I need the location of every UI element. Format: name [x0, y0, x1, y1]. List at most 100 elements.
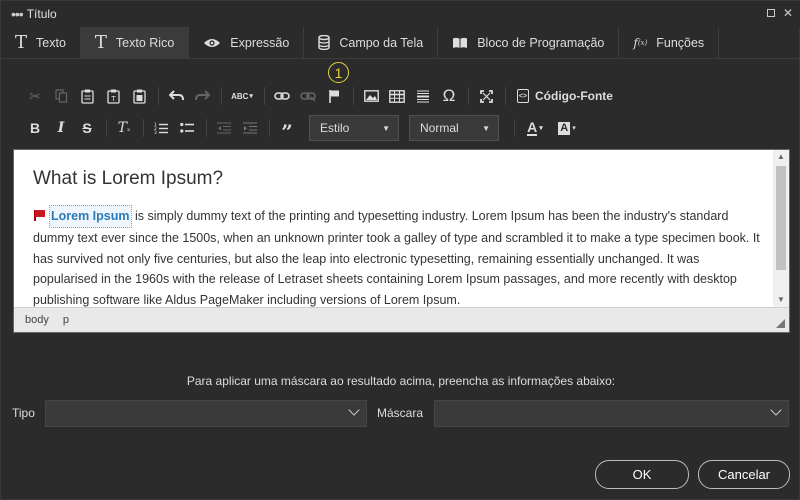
path-item-body[interactable]: body [25, 314, 49, 326]
bold-icon[interactable]: B [23, 117, 47, 139]
function-icon: f (x) [633, 35, 648, 50]
toolbar-separator [158, 87, 159, 105]
svg-text:T: T [110, 95, 116, 103]
toolbar-separator [505, 87, 506, 105]
background-color-icon[interactable]: A ▾ [552, 117, 582, 139]
link-icon[interactable] [270, 85, 294, 107]
cut-icon[interactable]: ✂ [23, 85, 47, 107]
undo-icon[interactable] [164, 85, 188, 107]
toolbar-separator [264, 87, 265, 105]
outdent-icon[interactable] [212, 117, 236, 139]
close-icon[interactable]: ✕ [783, 7, 793, 19]
numbered-list-icon[interactable]: 123 [149, 117, 173, 139]
editor-type-tabs: T Texto T Texto Rico Expressão Campo da … [1, 27, 800, 59]
scroll-down-icon[interactable]: ▼ [777, 295, 785, 304]
spellcheck-icon[interactable]: ABC ▾ [227, 85, 257, 107]
toolbar-separator [221, 87, 222, 105]
mascara-label: Máscara [377, 406, 424, 420]
bullet-list-icon[interactable] [175, 117, 199, 139]
maximize-icon[interactable] [766, 9, 775, 17]
tab-bloco-de-programacao[interactable]: Bloco de Programação [438, 27, 620, 58]
unlink-icon[interactable] [296, 85, 320, 107]
cancel-button[interactable]: Cancelar [698, 460, 790, 489]
toolbar-separator [206, 119, 207, 137]
anchor-flag-icon[interactable] [322, 85, 346, 107]
image-icon[interactable] [359, 85, 383, 107]
paragraph-text: is simply dummy text of the printing and… [33, 209, 760, 307]
text-t-icon: T [94, 32, 107, 53]
mascara-select[interactable] [434, 400, 789, 427]
title-bar[interactable]: ••• Título ✕ [1, 1, 800, 27]
editor-scrollbar[interactable]: ▲ ▼ [773, 150, 789, 307]
tab-label: Texto Rico [115, 35, 175, 50]
style-select[interactable]: Estilo ▼ [309, 115, 399, 141]
book-icon [452, 37, 468, 49]
redo-icon[interactable] [190, 85, 214, 107]
chevron-down-icon [770, 404, 782, 416]
menu-dots-icon[interactable]: ••• [11, 7, 24, 21]
tab-campo-da-tela[interactable]: Campo da Tela [304, 27, 439, 58]
special-char-omega-icon[interactable]: Ω [437, 85, 461, 107]
rich-text-editor[interactable]: What is Lorem Ipsum? Lorem Ipsum is simp… [13, 149, 790, 333]
step-marker-1: 1 [328, 62, 349, 83]
source-code-icon: <> [517, 89, 529, 103]
style-select-value: Estilo [320, 121, 350, 135]
chevron-down-icon [348, 404, 360, 416]
path-item-p[interactable]: p [63, 314, 69, 326]
chevron-down-icon: ▼ [382, 123, 390, 133]
tab-label: Bloco de Programação [477, 35, 605, 50]
text-t-icon: T [15, 32, 28, 53]
resize-handle-icon[interactable] [776, 319, 785, 328]
scrollbar-thumb[interactable] [776, 166, 786, 270]
paste-text-icon[interactable]: T [101, 85, 125, 107]
element-path-bar: body p [14, 307, 789, 332]
remove-format-icon[interactable]: Tₓ [112, 117, 136, 139]
eye-icon [203, 37, 221, 49]
copy-icon[interactable] [49, 85, 73, 107]
toolbar-separator [269, 119, 270, 137]
toolbar-row-1: ✂ T ABC ▾ Ω <> Código-Fonte [23, 85, 613, 107]
tab-funcoes[interactable]: f (x) Funções [619, 27, 720, 58]
toolbar-separator [514, 119, 515, 137]
tab-label: Expressão [230, 35, 290, 50]
content-heading: What is Lorem Ipsum? [33, 168, 224, 189]
paste-icon[interactable] [75, 85, 99, 107]
database-icon [318, 35, 331, 50]
table-icon[interactable] [385, 85, 409, 107]
anchor-link[interactable]: Lorem Ipsum [49, 205, 132, 228]
format-select[interactable]: Normal ▼ [409, 115, 499, 141]
toolbar-row-2: B I S Tₓ 123 ” Estilo ▼ Normal ▼ A ▾ A ▾ [23, 115, 584, 144]
dialog-title: Título [26, 7, 57, 21]
mask-hint-text: Para aplicar uma máscara ao resultado ac… [186, 374, 616, 388]
toolbar-separator [353, 87, 354, 105]
horizontal-rule-icon[interactable] [411, 85, 435, 107]
anchor-flag-icon [33, 210, 45, 221]
tipo-label: Tipo [12, 406, 35, 420]
tab-label: Campo da Tela [339, 35, 424, 50]
format-select-value: Normal [420, 121, 459, 135]
content-paragraph: Lorem Ipsum is simply dummy text of the … [33, 205, 761, 307]
tab-expressao[interactable]: Expressão [189, 27, 305, 58]
text-color-icon[interactable]: A ▾ [520, 117, 550, 139]
tipo-select[interactable] [45, 400, 367, 427]
toolbar-separator [143, 119, 144, 137]
toolbar-separator [468, 87, 469, 105]
tab-label: Funções [656, 35, 705, 50]
italic-icon[interactable]: I [49, 117, 73, 139]
ok-button[interactable]: OK [595, 460, 689, 489]
strikethrough-icon[interactable]: S [75, 117, 99, 139]
source-code-button[interactable]: <> Código-Fonte [517, 89, 613, 103]
svg-text:3: 3 [154, 130, 157, 134]
tab-texto-rico[interactable]: T Texto Rico [80, 27, 190, 58]
scroll-up-icon[interactable]: ▲ [777, 152, 785, 161]
paste-word-icon[interactable] [127, 85, 151, 107]
source-code-label: Código-Fonte [535, 89, 613, 103]
blockquote-icon[interactable]: ” [275, 117, 299, 144]
editor-content[interactable]: What is Lorem Ipsum? Lorem Ipsum is simp… [14, 150, 774, 307]
rich-text-dialog: ••• Título ✕ T Texto T Texto Rico Expres… [0, 0, 800, 500]
indent-icon[interactable] [238, 117, 262, 139]
maximize-editor-icon[interactable] [474, 85, 498, 107]
tab-label: Texto [36, 35, 66, 50]
toolbar-separator [106, 119, 107, 137]
tab-texto[interactable]: T Texto [1, 27, 81, 58]
